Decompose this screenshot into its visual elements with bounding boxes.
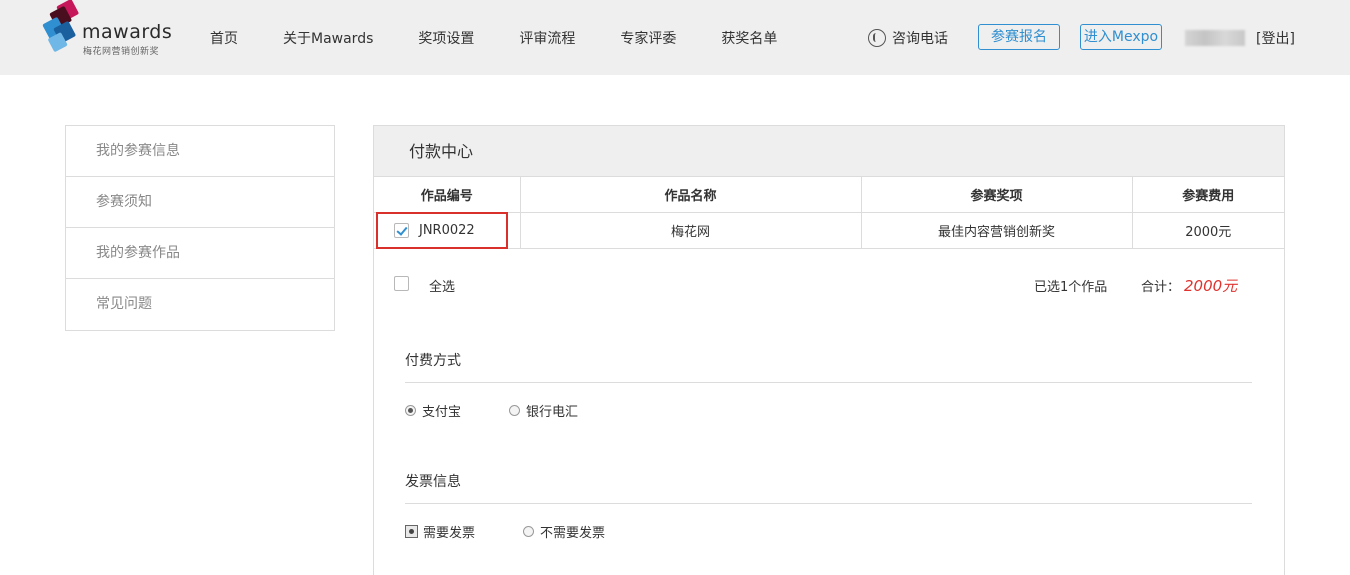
nav-winners[interactable]: 获奖名单 — [721, 28, 777, 48]
work-fee: 2000元 — [1132, 212, 1284, 249]
radio-alipay[interactable] — [405, 405, 416, 416]
total-label: 合计： — [1141, 280, 1181, 295]
payment-option-label: 支付宝 — [422, 405, 462, 420]
invoice-option-needed[interactable]: 需要发票 — [405, 522, 475, 541]
username-blurred — [1185, 30, 1245, 46]
nav-home[interactable]: 首页 — [210, 28, 238, 48]
nav-about[interactable]: 关于Mawards — [283, 28, 373, 48]
nav-awards[interactable]: 奖项设置 — [418, 28, 474, 48]
selection-summary: 全选 已选1个作品 合计： 2000元 — [394, 276, 1254, 296]
radio-invoice-needed[interactable] — [405, 525, 418, 538]
site-header: mawards 梅花网营销创新奖 首页 关于Mawards 奖项设置 评审流程 … — [0, 0, 1350, 75]
payment-option-label: 银行电汇 — [526, 405, 579, 420]
consult-phone[interactable]: 咨询电话 — [868, 28, 948, 48]
logout-link[interactable]: [登出] — [1256, 28, 1295, 48]
divider — [405, 503, 1252, 504]
column-header-name: 作品名称 — [520, 177, 862, 213]
invoice-title: 发票信息 — [405, 474, 461, 490]
phone-icon — [868, 29, 886, 47]
sidebar-item-faq[interactable]: 常见问题 — [66, 279, 334, 330]
account-sidebar: 我的参赛信息 参赛须知 我的参赛作品 常见问题 — [65, 125, 335, 331]
work-id-cell: JNR0022 — [374, 211, 521, 249]
payment-method-options: 支付宝 银行电汇 — [405, 401, 626, 420]
work-award: 最佳内容营销创新奖 — [861, 212, 1133, 249]
nav-judging-process[interactable]: 评审流程 — [519, 28, 575, 48]
logo-wordmark: mawards — [82, 21, 173, 43]
sidebar-item-my-info[interactable]: 我的参赛信息 — [66, 126, 334, 177]
total-amount: 2000元 — [1184, 277, 1238, 295]
invoice-option-label: 不需要发票 — [540, 526, 606, 541]
page-title: 付款中心 — [374, 126, 1284, 177]
select-all-checkbox[interactable] — [394, 276, 409, 291]
work-name: 梅花网 — [520, 212, 862, 249]
payment-option-alipay[interactable]: 支付宝 — [405, 401, 461, 420]
nav-judges[interactable]: 专家评委 — [620, 28, 676, 48]
select-all-label[interactable]: 全选 — [429, 276, 455, 295]
invoice-option-label: 需要发票 — [423, 526, 476, 541]
payment-option-wire[interactable]: 银行电汇 — [509, 401, 578, 420]
radio-wire[interactable] — [509, 405, 521, 416]
column-header-fee: 参赛费用 — [1132, 177, 1284, 213]
register-button[interactable]: 参赛报名 — [978, 24, 1060, 50]
divider — [405, 382, 1252, 383]
enter-mexpo-button[interactable]: 进入Mexpo — [1080, 24, 1162, 50]
column-header-award: 参赛奖项 — [861, 177, 1133, 213]
invoice-options: 需要发票 不需要发票 — [405, 522, 653, 541]
invoice-option-not-needed[interactable]: 不需要发票 — [523, 522, 605, 541]
table-row: JNR0022 梅花网 最佳内容营销创新奖 2000元 — [374, 211, 1284, 249]
main-nav: 首页 关于Mawards 奖项设置 评审流程 专家评委 获奖名单 — [210, 28, 822, 48]
work-select-checkbox[interactable] — [394, 222, 409, 238]
column-header-id: 作品编号 — [374, 177, 521, 213]
payment-center-panel: 付款中心 作品编号 作品名称 参赛奖项 参赛费用 JNR0022 梅花网 最佳内… — [373, 125, 1285, 575]
selected-count: 已选1个作品 — [1034, 280, 1108, 295]
works-table: 作品编号 作品名称 参赛奖项 参赛费用 JNR0022 梅花网 最佳内容营销创新… — [374, 177, 1284, 249]
logo-tagline: 梅花网营销创新奖 — [83, 47, 160, 57]
payment-method-title: 付费方式 — [405, 353, 461, 369]
radio-invoice-not-needed[interactable] — [523, 526, 535, 537]
table-header-row: 作品编号 作品名称 参赛奖项 参赛费用 — [374, 177, 1284, 213]
sidebar-item-my-works[interactable]: 我的参赛作品 — [66, 228, 334, 279]
sidebar-item-notice[interactable]: 参赛须知 — [66, 177, 334, 228]
mawards-logo[interactable]: mawards 梅花网营销创新奖 — [42, 0, 172, 60]
phone-label: 咨询电话 — [892, 31, 948, 47]
